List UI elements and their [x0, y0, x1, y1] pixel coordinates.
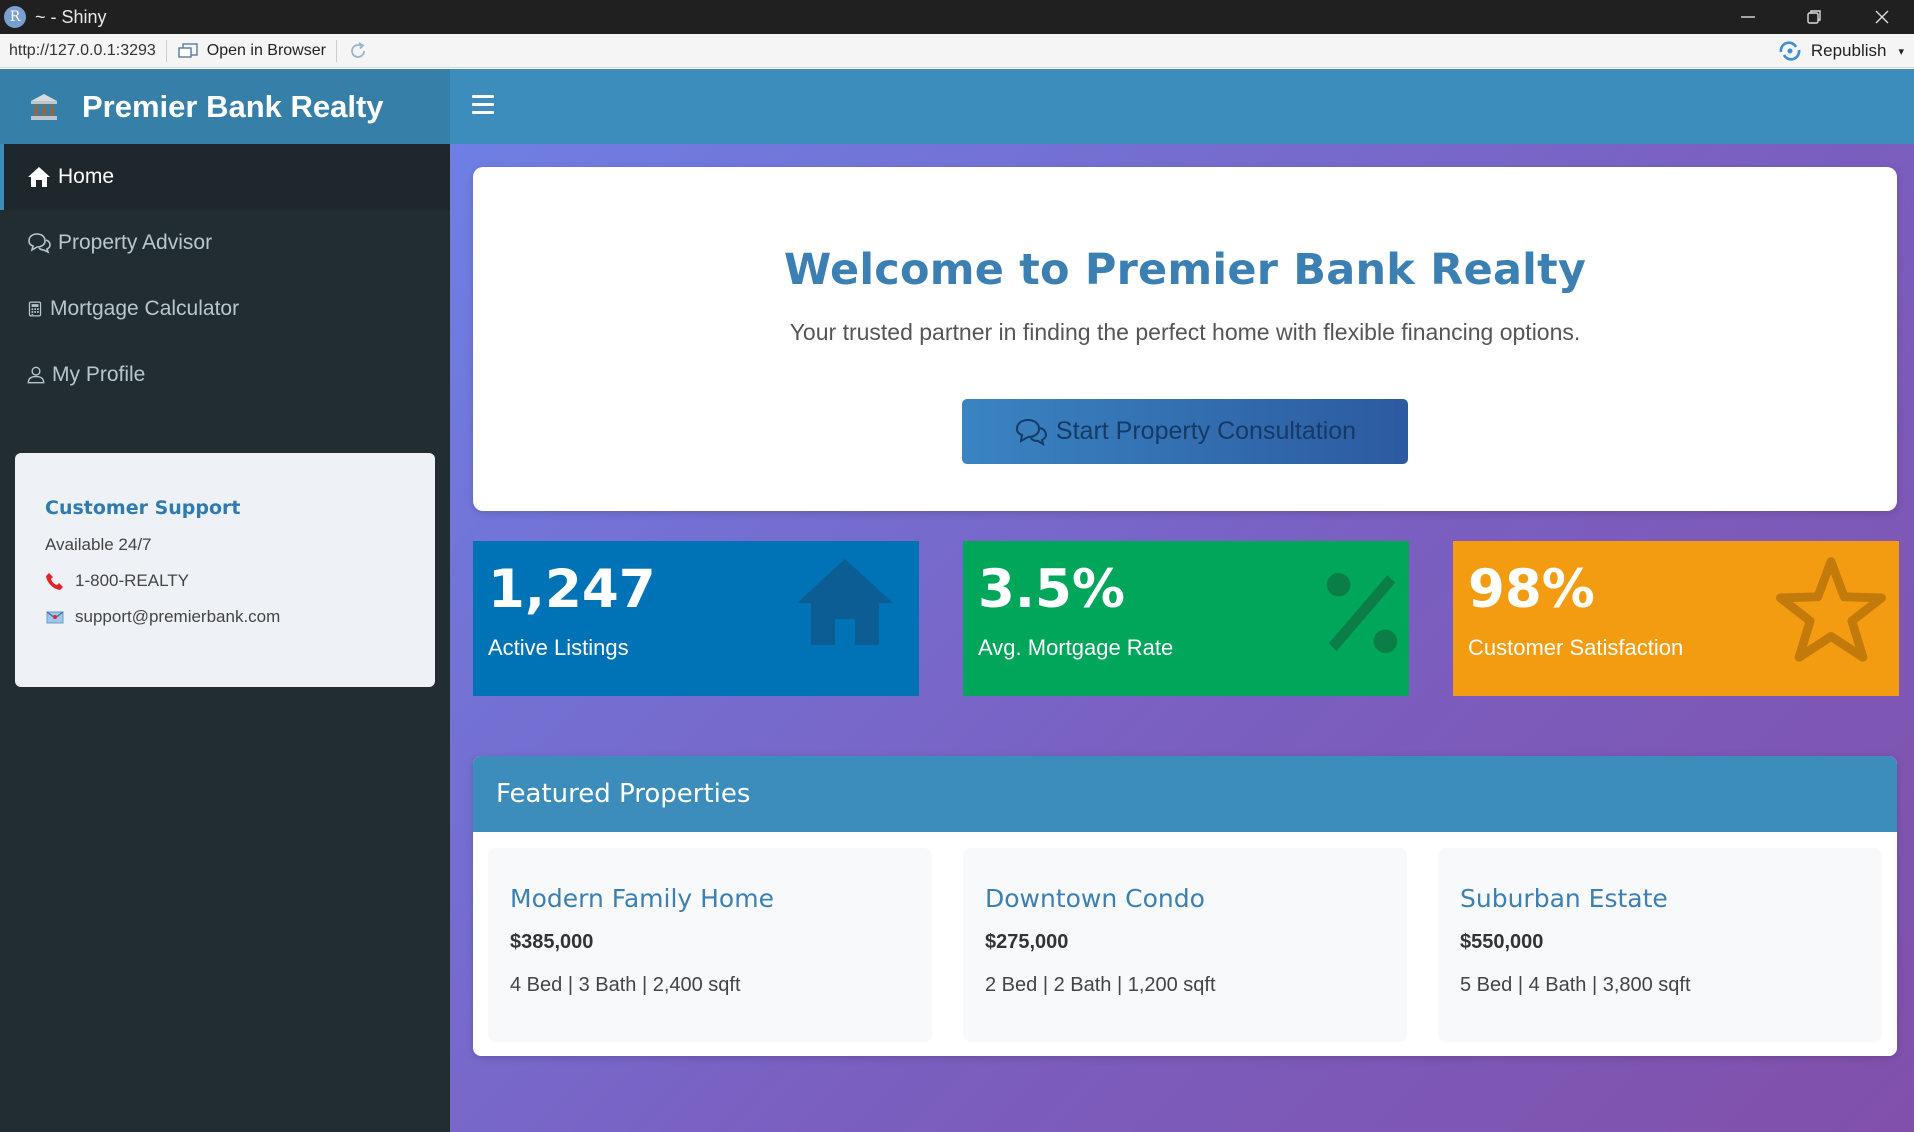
support-title: Customer Support: [45, 497, 241, 519]
support-email-text[interactable]: support@premierbank.com: [75, 607, 280, 627]
open-in-browser-button[interactable]: Open in Browser: [177, 42, 326, 60]
sidebar-item-label: Mortgage Calculator: [50, 297, 240, 320]
sidebar-toggle-button[interactable]: [472, 95, 494, 115]
home-icon: [28, 167, 50, 187]
sidebar-item-home[interactable]: Home: [0, 144, 450, 210]
address-bar: http://127.0.0.1:3293 Open in Browser Re…: [0, 34, 1914, 68]
property-card-downtown-condo[interactable]: Downtown Condo $275,000 2 Bed | 2 Bath |…: [963, 848, 1407, 1042]
sidebar-item-property-advisor[interactable]: Property Advisor: [0, 210, 450, 276]
window-titlebar: R ~ - Shiny: [0, 0, 1914, 34]
welcome-subtitle: Your trusted partner in finding the perf…: [789, 319, 1581, 345]
brand-bar: Premier Bank Realty: [0, 69, 450, 144]
stat-label: Customer Satisfaction: [1468, 635, 1684, 660]
calculator-icon: [28, 301, 42, 317]
star-icon: [1776, 557, 1886, 662]
window-title: ~ - Shiny: [35, 6, 107, 27]
property-price: $275,000: [985, 931, 1069, 953]
support-availability: Available 24/7: [45, 535, 152, 554]
page-title: Welcome to Premier Bank Realty: [783, 245, 1587, 295]
brand-name: Premier Bank Realty: [82, 88, 384, 124]
minimize-icon: [1741, 16, 1755, 18]
open-browser-icon: [178, 42, 198, 58]
start-consultation-label: Start Property Consultation: [1055, 417, 1357, 445]
menu-icon-bar: [472, 95, 494, 98]
property-name: Modern Family Home: [510, 884, 774, 913]
property-specs: 2 Bed | 2 Bath | 1,200 sqft: [985, 974, 1216, 996]
home-icon: [797, 559, 893, 645]
percent-icon: [1326, 573, 1398, 653]
sidebar-item-mortgage-calculator[interactable]: Mortgage Calculator: [0, 276, 450, 342]
republish-label: Republish: [1810, 41, 1887, 60]
sidebar-item-label: Home: [58, 165, 115, 188]
refresh-icon: [351, 41, 365, 58]
support-email: support@premierbank.com: [45, 607, 405, 627]
property-card-modern-family-home[interactable]: Modern Family Home $385,000 4 Bed | 3 Ba…: [488, 848, 932, 1042]
property-name: Suburban Estate: [1460, 884, 1668, 913]
user-icon: [27, 366, 45, 384]
support-phone-text: 1-800-REALTY: [75, 571, 190, 590]
phone-icon: [46, 573, 63, 590]
close-window-button[interactable]: [1848, 0, 1914, 34]
sidebar-item-label: My Profile: [52, 363, 146, 386]
customer-support-card: Customer Support Available 24/7 1-800-RE…: [15, 453, 435, 687]
stat-card-mortgage-rate: 3.5% Avg. Mortgage Rate: [963, 541, 1409, 696]
refresh-button[interactable]: [347, 40, 369, 62]
comments-icon: [1015, 418, 1047, 446]
stat-label: Avg. Mortgage Rate: [978, 635, 1174, 660]
stat-value: 1,247: [488, 559, 656, 620]
property-specs: 5 Bed | 4 Bath | 3,800 sqft: [1460, 974, 1691, 996]
republish-icon: [1779, 41, 1801, 61]
restore-button[interactable]: [1780, 0, 1848, 34]
open-in-browser-label: Open in Browser: [206, 41, 326, 59]
stat-card-active-listings: 1,247 Active Listings: [473, 541, 919, 696]
r-app-icon: R: [4, 6, 26, 28]
property-price: $550,000: [1460, 931, 1544, 953]
minimize-button[interactable]: [1714, 0, 1782, 34]
chevron-down-icon[interactable]: ▾: [1898, 45, 1904, 58]
sidebar-menu: Home Property Advisor Mortgage Calculato…: [0, 144, 450, 408]
property-name: Downtown Condo: [985, 884, 1205, 913]
url-text[interactable]: http://127.0.0.1:3293: [9, 42, 156, 60]
main-content: Welcome to Premier Bank Realty Your trus…: [450, 144, 1914, 1132]
featured-properties-box: Featured Properties Modern Family Home $…: [473, 756, 1897, 1056]
sidebar-item-my-profile[interactable]: My Profile: [0, 342, 450, 408]
close-icon: [1875, 10, 1889, 24]
stat-value: 98%: [1468, 559, 1595, 620]
restore-icon: [1807, 10, 1821, 24]
toolbar-separator: [335, 39, 337, 62]
bank-icon: [31, 93, 57, 120]
sidebar: Premier Bank Realty Home Property Adviso…: [0, 69, 450, 1132]
toolbar-separator: [165, 39, 167, 62]
republish-button[interactable]: Republish ▾: [1777, 34, 1904, 68]
property-price: $385,000: [510, 931, 594, 953]
comments-icon: [28, 233, 51, 254]
property-specs: 4 Bed | 3 Bath | 2,400 sqft: [510, 974, 741, 996]
welcome-card: Welcome to Premier Bank Realty Your trus…: [473, 167, 1897, 511]
start-consultation-button[interactable]: Start Property Consultation: [962, 399, 1408, 464]
property-card-suburban-estate[interactable]: Suburban Estate $550,000 5 Bed | 4 Bath …: [1438, 848, 1882, 1042]
top-navbar: [450, 69, 1914, 144]
stat-label: Active Listings: [488, 635, 629, 660]
support-phone: 1-800-REALTY: [45, 571, 405, 591]
menu-icon-bar: [472, 103, 494, 106]
menu-icon-bar: [472, 111, 494, 114]
sidebar-item-label: Property Advisor: [58, 231, 213, 254]
featured-properties-title: Featured Properties: [473, 756, 1897, 832]
email-icon: [46, 611, 64, 624]
stat-card-customer-satisfaction: 98% Customer Satisfaction: [1453, 541, 1899, 696]
stat-value: 3.5%: [978, 559, 1125, 620]
